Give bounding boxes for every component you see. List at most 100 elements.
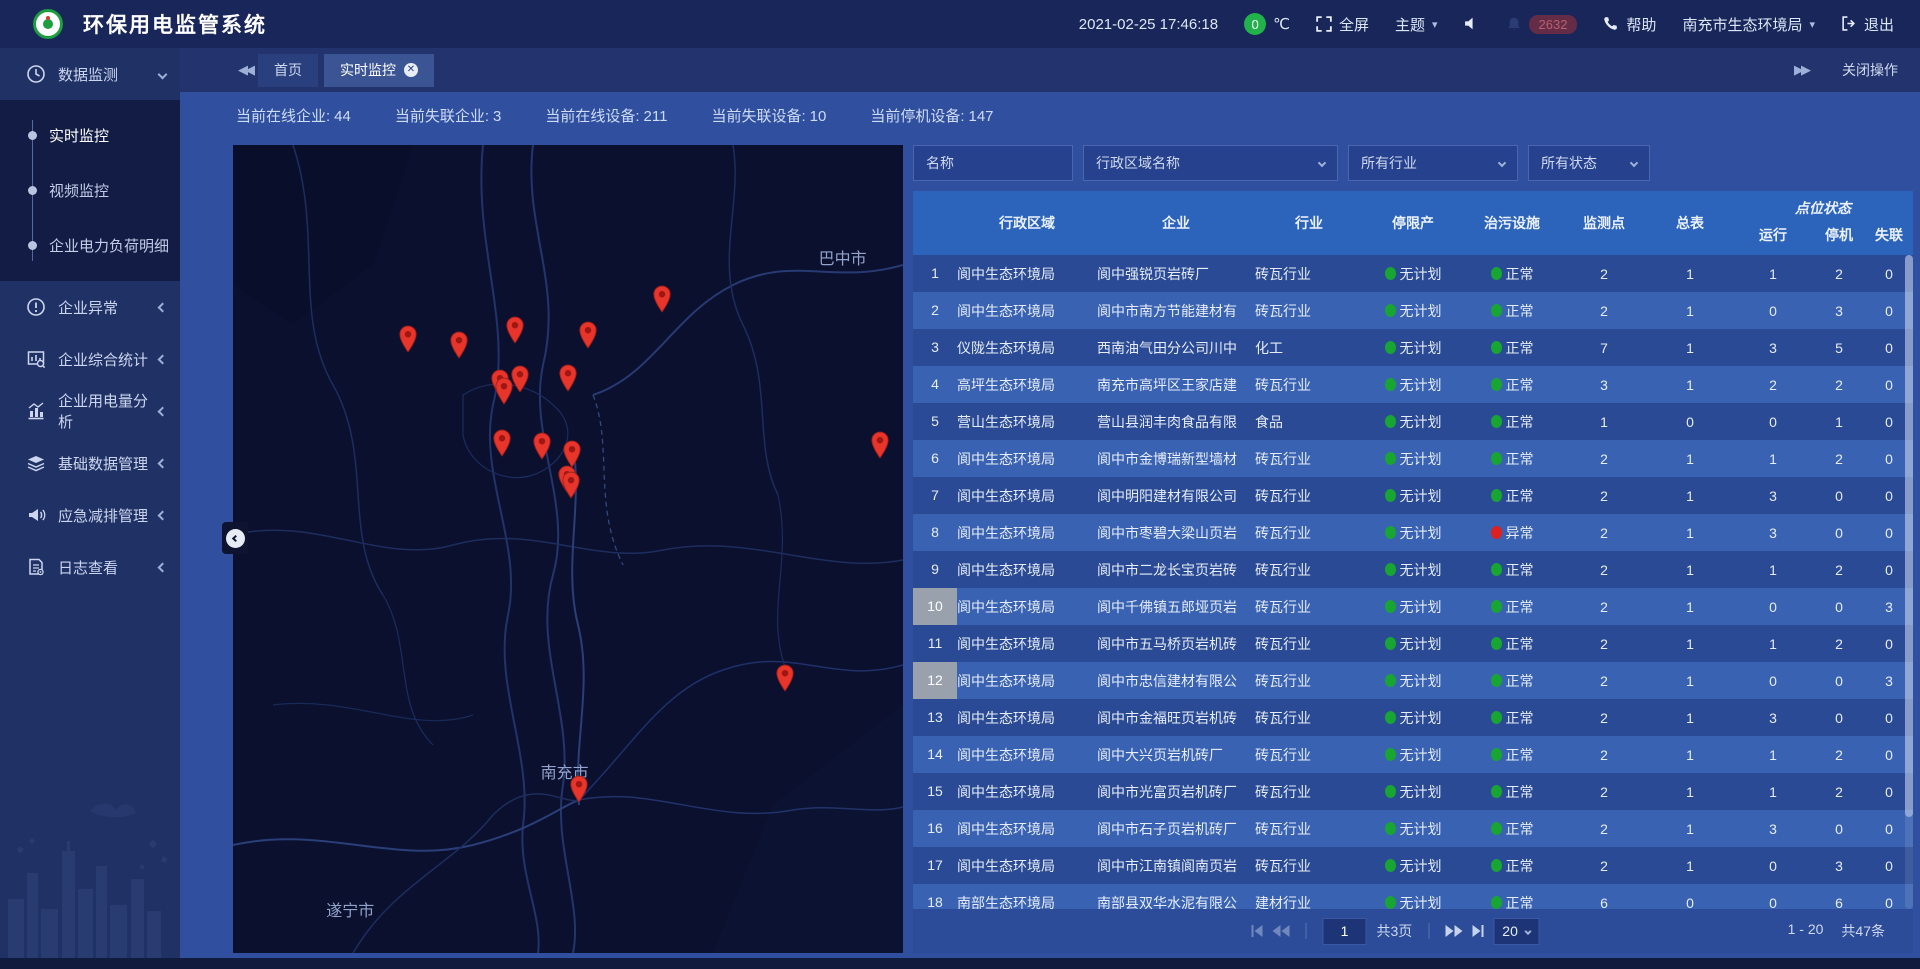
row-number: 15	[913, 773, 957, 810]
help-button[interactable]: 帮助	[1603, 14, 1656, 35]
first-page-button[interactable]	[1252, 925, 1263, 937]
cell-region: 阆中生态环境局	[957, 856, 1097, 876]
table-row[interactable]: 16阆中生态环境局阆中市石子页岩机砖厂砖瓦行业无计划正常21300	[913, 810, 1913, 847]
close-icon[interactable]: ✕	[404, 63, 418, 77]
sidebar-group-应急减排管理[interactable]: 应急减排管理	[0, 489, 180, 541]
status-select[interactable]: 所有状态	[1528, 145, 1650, 181]
table-row[interactable]: 18南部生态环境局南部县双华水泥有限公建材行业无计划正常60060	[913, 884, 1913, 909]
logout-button[interactable]: 退出	[1841, 14, 1894, 35]
table-row[interactable]: 9阆中生态环境局阆中市二龙长宝页岩砖砖瓦行业无计划正常21120	[913, 551, 1913, 588]
map[interactable]: 巴中市南充市遂宁市	[233, 145, 903, 953]
name-search-field[interactable]	[913, 145, 1073, 181]
map-pin[interactable]	[397, 324, 418, 358]
user-dropdown[interactable]: 南充市生态环境局▾	[1682, 14, 1815, 35]
fullscreen-button[interactable]: 全屏	[1316, 14, 1369, 35]
cell-run: 0	[1733, 895, 1813, 910]
close-operations-button[interactable]: 关闭操作	[1842, 60, 1898, 80]
cell-meters: 1	[1647, 821, 1733, 837]
map-pin[interactable]	[491, 428, 512, 462]
table-row[interactable]: 2阆中生态环境局阆中市南方节能建材有砖瓦行业无计划正常21030	[913, 292, 1913, 329]
status-dot-green	[1491, 489, 1502, 502]
sidebar-group-企业综合统计[interactable]: 企业综合统计	[0, 333, 180, 385]
map-pin[interactable]	[448, 330, 469, 364]
cell-company: 阆中市南方节能建材有	[1097, 301, 1255, 321]
table-row[interactable]: 8阆中生态环境局阆中市枣碧大梁山页岩砖瓦行业无计划异常21300	[913, 514, 1913, 551]
row-number: 13	[913, 699, 957, 736]
table-scrollbar[interactable]	[1905, 255, 1913, 909]
page-number-input[interactable]: 1	[1323, 918, 1367, 945]
map-pin[interactable]	[651, 284, 672, 318]
name-search-input[interactable]	[926, 155, 1060, 171]
cell-points: 7	[1561, 340, 1647, 356]
status-dot-green	[1491, 785, 1502, 798]
tab-bar: ◀◀ 首页实时监控✕ ▶▶ 关闭操作	[180, 48, 1920, 92]
sidebar-item-视频监控[interactable]: 视频监控	[0, 163, 180, 218]
sidebar-group-基础数据管理[interactable]: 基础数据管理	[0, 437, 180, 489]
cell-company: 阆中市枣碧大梁山页岩	[1097, 523, 1255, 543]
theme-dropdown[interactable]: 主题▾	[1395, 14, 1438, 35]
cell-stop: 2	[1813, 266, 1865, 282]
tabs-scroll-right-icon[interactable]: ▶▶	[1794, 62, 1808, 78]
map-pin[interactable]	[568, 774, 589, 808]
cell-facility-status: 正常	[1463, 634, 1561, 654]
industry-select[interactable]: 所有行业	[1348, 145, 1518, 181]
stat-label: 当前停机设备:	[870, 108, 964, 125]
cell-company: 阆中市五马桥页岩机砖	[1097, 634, 1255, 654]
cell-run: 1	[1733, 266, 1813, 282]
status-dot-green	[1385, 711, 1396, 724]
region-select[interactable]: 行政区域名称	[1083, 145, 1338, 181]
stat-value: 44	[334, 108, 351, 125]
sidebar-collapse-handle[interactable]	[222, 522, 248, 554]
table-row[interactable]: 5营山生态环境局营山县润丰肉食品有限食品无计划正常10010	[913, 403, 1913, 440]
chevron-down-icon	[1318, 159, 1326, 167]
table-row[interactable]: 14阆中生态环境局阆中大兴页岩机砖厂砖瓦行业无计划正常21120	[913, 736, 1913, 773]
table-row[interactable]: 10阆中生态环境局阆中千佛镇五郎垭页岩砖瓦行业无计划正常21003	[913, 588, 1913, 625]
prev-page-button[interactable]	[1273, 925, 1290, 937]
map-pin[interactable]	[531, 431, 552, 465]
next-page-button[interactable]	[1445, 925, 1462, 937]
table-row[interactable]: 11阆中生态环境局阆中市五马桥页岩机砖砖瓦行业无计划正常21120	[913, 625, 1913, 662]
mute-button[interactable]	[1464, 16, 1480, 32]
sidebar-item-企业电力负荷明细[interactable]: 企业电力负荷明细	[0, 218, 180, 273]
map-pin[interactable]	[560, 470, 581, 504]
map-pin[interactable]	[775, 663, 796, 697]
tab-实时监控[interactable]: 实时监控✕	[324, 54, 434, 87]
last-page-button[interactable]	[1472, 925, 1483, 937]
cell-facility-status: 异常	[1463, 523, 1561, 543]
stat-value: 211	[644, 108, 668, 125]
sidebar-group-数据监测[interactable]: 数据监测	[0, 48, 180, 100]
map-pin[interactable]	[505, 315, 526, 349]
cell-run: 1	[1733, 747, 1813, 763]
cell-stop: 3	[1813, 303, 1865, 319]
cell-region: 阆中生态环境局	[957, 745, 1097, 765]
map-pin[interactable]	[578, 320, 599, 354]
table-row[interactable]: 6阆中生态环境局阆中市金博瑞新型墙材砖瓦行业无计划正常21120	[913, 440, 1913, 477]
cell-industry: 砖瓦行业	[1255, 856, 1363, 876]
table-row[interactable]: 17阆中生态环境局阆中市江南镇阆南页岩砖瓦行业无计划正常21030	[913, 847, 1913, 884]
cell-stop: 5	[1813, 340, 1865, 356]
table-row[interactable]: 7阆中生态环境局阆中明阳建材有限公司砖瓦行业无计划正常21300	[913, 477, 1913, 514]
map-pin[interactable]	[869, 430, 890, 464]
table-row[interactable]: 1阆中生态环境局阆中强锐页岩砖厂砖瓦行业无计划正常21120	[913, 255, 1913, 292]
tabs-scroll-left-icon[interactable]: ◀◀	[238, 62, 252, 78]
sidebar-group-企业异常[interactable]: 企业异常	[0, 281, 180, 333]
stat-label: 当前失联企业:	[395, 108, 489, 125]
cell-meters: 1	[1647, 747, 1733, 763]
table-row[interactable]: 4高坪生态环境局南充市高坪区王家店建砖瓦行业无计划正常31220	[913, 366, 1913, 403]
cell-run: 1	[1733, 784, 1813, 800]
map-pin[interactable]	[558, 363, 579, 397]
page-size-select[interactable]: 20	[1493, 918, 1540, 945]
tab-首页[interactable]: 首页	[258, 54, 318, 87]
table-row[interactable]: 12阆中生态环境局阆中市忠信建材有限公砖瓦行业无计划正常21003	[913, 662, 1913, 699]
table-row[interactable]: 15阆中生态环境局阆中市光富页岩机砖厂砖瓦行业无计划正常21120	[913, 773, 1913, 810]
sidebar-group-日志查看[interactable]: 日志查看	[0, 541, 180, 593]
cell-industry: 砖瓦行业	[1255, 375, 1363, 395]
table-row[interactable]: 3仪陇生态环境局西南油气田分公司川中化工无计划正常71350	[913, 329, 1913, 366]
map-pin[interactable]	[493, 376, 514, 410]
sidebar-group-企业用电量分析[interactable]: 企业用电量分析	[0, 385, 180, 437]
cell-limit-status: 无计划	[1363, 745, 1463, 765]
sidebar-item-实时监控[interactable]: 实时监控	[0, 108, 180, 163]
row-number: 5	[913, 403, 957, 440]
table-row[interactable]: 13阆中生态环境局阆中市金福旺页岩机砖砖瓦行业无计划正常21300	[913, 699, 1913, 736]
notifications-button[interactable]: 2632	[1506, 15, 1578, 34]
